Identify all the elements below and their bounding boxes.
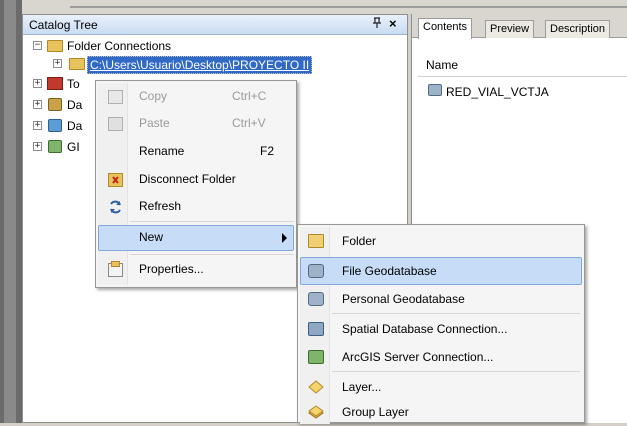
menu-item-new[interactable]: New	[98, 225, 294, 251]
menu-item-rename[interactable]: Rename F2	[98, 139, 294, 165]
refresh-icon	[108, 200, 123, 214]
connected-folder-icon	[69, 58, 85, 70]
menu-item-properties-label: Properties...	[139, 262, 204, 276]
database-servers-icon	[48, 98, 62, 111]
personal-geodatabase-icon	[308, 292, 324, 306]
menu-item-copy-shortcut: Ctrl+C	[232, 89, 267, 103]
submenu-item-layer-label: Layer...	[342, 380, 382, 394]
tab-description[interactable]: Description	[545, 20, 611, 38]
menu-separator	[332, 313, 580, 314]
paste-icon	[108, 117, 123, 131]
expand-expander-icon[interactable]: +	[33, 79, 42, 88]
group-layer-icon	[308, 405, 324, 419]
submenu-item-personal-geodatabase-label: Personal Geodatabase	[342, 292, 465, 306]
menu-item-refresh-label: Refresh	[139, 199, 182, 213]
menu-item-rename-shortcut: F2	[260, 144, 275, 158]
disconnect-folder-icon	[108, 173, 123, 187]
tree-item-toolboxes[interactable]: To	[67, 77, 80, 91]
toolbox-icon	[47, 77, 63, 90]
arcgis-server-connection-icon	[308, 350, 324, 364]
catalog-tree-title: Catalog Tree	[29, 18, 98, 32]
name-column-header[interactable]: Name	[426, 58, 458, 72]
menu-separator	[332, 371, 580, 372]
submenu-item-arcgis-server-connection-label: ArcGIS Server Connection...	[342, 350, 494, 364]
folder-icon	[308, 234, 324, 248]
submenu-item-group-layer[interactable]: Group Layer	[300, 398, 582, 426]
expand-expander-icon[interactable]: +	[33, 100, 42, 109]
submenu-item-group-layer-label: Group Layer	[342, 405, 409, 419]
expand-expander-icon[interactable]: +	[33, 121, 42, 130]
tree-item-folder-connections[interactable]: Folder Connections	[67, 39, 171, 53]
properties-icon	[108, 261, 123, 277]
folder-connections-icon	[47, 40, 63, 52]
menu-item-paste[interactable]: Paste Ctrl+V	[98, 111, 294, 137]
tree-item-gis-servers[interactable]: GI	[67, 140, 80, 154]
tree-item-database-servers[interactable]: Da	[67, 98, 82, 112]
menu-item-new-label: New	[139, 230, 164, 244]
collapse-expander-icon[interactable]: −	[33, 41, 42, 50]
menu-item-disconnect-folder-label: Disconnect Folder	[139, 172, 236, 186]
column-header-divider	[418, 76, 627, 77]
submenu-item-folder-label: Folder	[342, 234, 377, 248]
submenu-item-file-geodatabase[interactable]: File Geodatabase	[300, 257, 582, 285]
submenu-item-spatial-database-connection[interactable]: Spatial Database Connection...	[300, 315, 582, 343]
geodatabase-icon	[428, 84, 442, 96]
layer-icon	[308, 380, 324, 394]
expand-expander-icon[interactable]: +	[53, 59, 62, 68]
submenu-item-file-geodatabase-label: File Geodatabase	[342, 264, 437, 278]
context-menu: Copy Ctrl+C Paste Ctrl+V Rename F2 Disco…	[95, 80, 297, 288]
gis-servers-icon	[48, 140, 62, 153]
submenu-arrow-icon	[282, 233, 287, 243]
menu-item-paste-shortcut: Ctrl+V	[232, 116, 266, 130]
tab-bar: Contents Preview Description	[412, 14, 627, 39]
database-connections-icon	[48, 119, 62, 132]
menu-separator	[130, 254, 294, 255]
new-submenu: Folder File Geodatabase Personal Geodata…	[297, 224, 585, 426]
menu-item-refresh[interactable]: Refresh	[98, 194, 294, 220]
menu-item-rename-label: Rename	[139, 144, 185, 158]
pin-icon[interactable]	[372, 17, 382, 32]
expand-expander-icon[interactable]: +	[33, 142, 42, 151]
tab-preview[interactable]: Preview	[485, 20, 535, 38]
menu-item-properties[interactable]: Properties...	[98, 257, 294, 283]
submenu-item-arcgis-server-connection[interactable]: ArcGIS Server Connection...	[300, 343, 582, 371]
menu-item-disconnect-folder[interactable]: Disconnect Folder	[98, 167, 294, 193]
catalog-tree-header: Catalog Tree ×	[23, 15, 407, 35]
menu-item-paste-label: Paste	[139, 116, 170, 130]
left-window-frame-inner	[4, 0, 16, 423]
tree-item-selected-path[interactable]: C:\Users\Usuario\Desktop\PROYECTO II	[87, 56, 313, 74]
tab-contents[interactable]: Contents	[418, 18, 473, 39]
submenu-item-personal-geodatabase[interactable]: Personal Geodatabase	[300, 285, 582, 313]
close-icon[interactable]: ×	[389, 16, 397, 31]
copy-icon	[108, 90, 123, 104]
top-strip-divider	[70, 6, 627, 8]
tree-item-database-connections[interactable]: Da	[67, 119, 82, 133]
content-item-red-vial[interactable]: RED_VIAL_VCTJA	[446, 85, 549, 99]
menu-item-copy[interactable]: Copy Ctrl+C	[98, 84, 294, 110]
menu-item-copy-label: Copy	[139, 89, 168, 103]
submenu-item-spatial-database-connection-label: Spatial Database Connection...	[342, 322, 508, 336]
spatial-database-connection-icon	[308, 322, 324, 336]
menu-separator	[130, 221, 294, 222]
submenu-item-layer[interactable]: Layer...	[300, 373, 582, 401]
file-geodatabase-icon	[308, 264, 324, 278]
submenu-item-folder[interactable]: Folder	[300, 227, 582, 255]
